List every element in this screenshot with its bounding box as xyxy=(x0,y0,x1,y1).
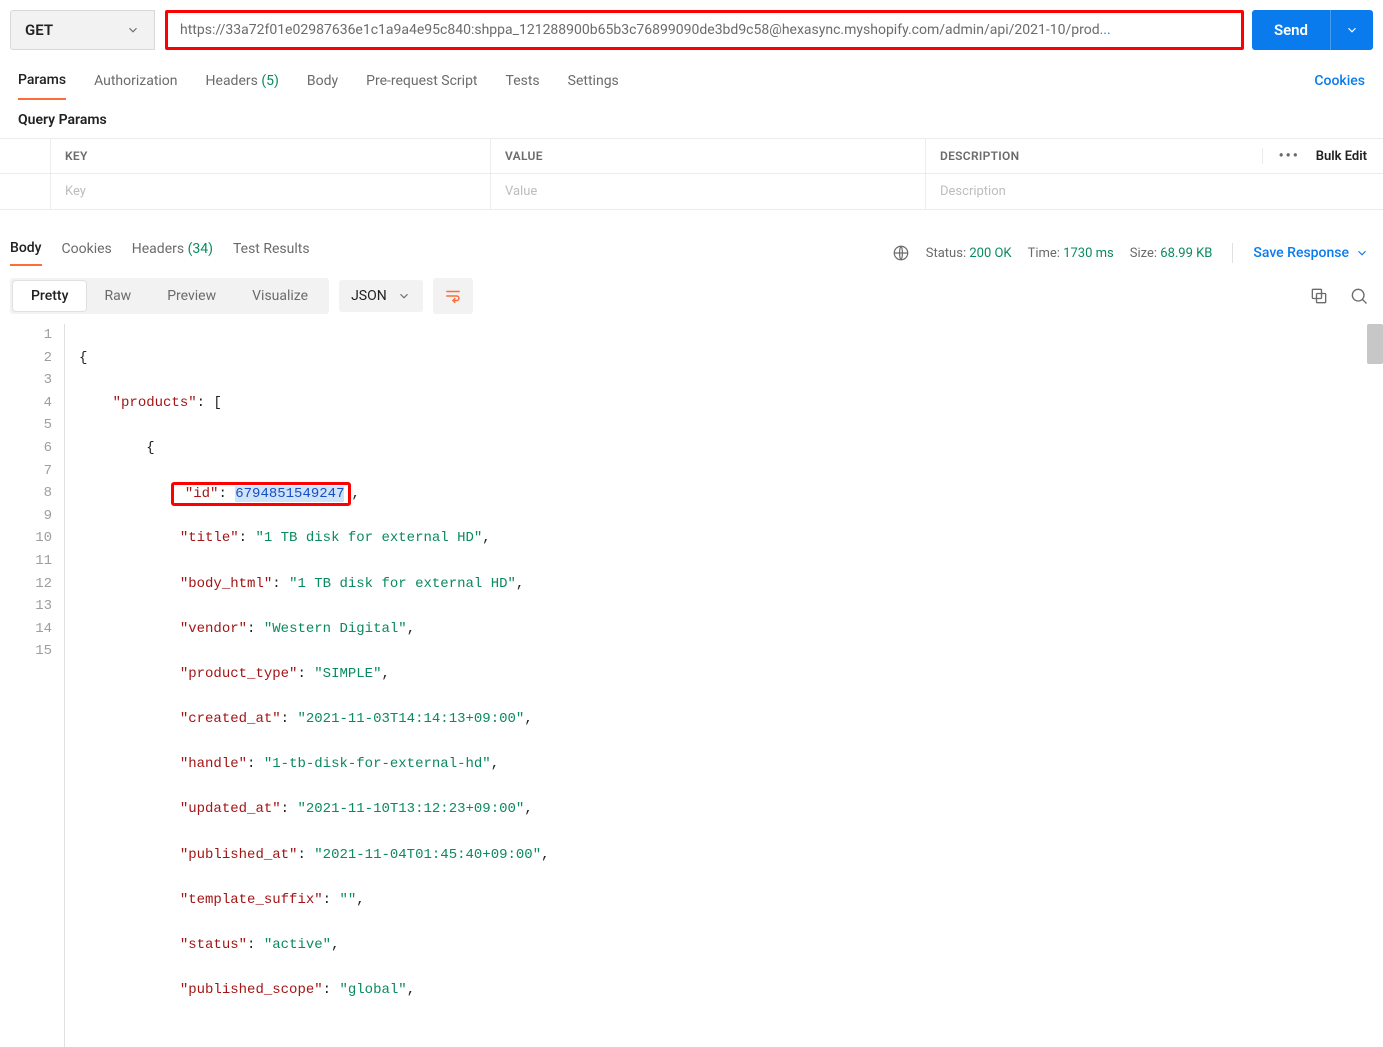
col-value: VALUE xyxy=(490,139,925,173)
query-params-title: Query Params xyxy=(0,100,1383,138)
query-params-table: KEY VALUE DESCRIPTION ••• Bulk Edit Key … xyxy=(0,138,1383,210)
send-label: Send xyxy=(1252,21,1330,39)
language-select[interactable]: JSON xyxy=(339,280,423,312)
tab-settings[interactable]: Settings xyxy=(568,73,619,99)
chevron-down-icon xyxy=(126,23,140,37)
tab-body[interactable]: Body xyxy=(307,73,338,99)
response-meta: Status: 200 OK Time: 1730 ms Size: 68.99… xyxy=(892,244,1213,262)
tab-authorization[interactable]: Authorization xyxy=(94,73,177,99)
resp-tab-test-results[interactable]: Test Results xyxy=(233,241,310,265)
copy-icon[interactable] xyxy=(1309,286,1329,306)
bulk-edit-button[interactable]: Bulk Edit xyxy=(1316,149,1367,164)
url-text: https://33a72f01e02987636e1c1a9a4e95c840… xyxy=(180,22,1100,38)
send-button[interactable]: Send xyxy=(1252,10,1373,50)
resp-tab-headers[interactable]: Headers (34) xyxy=(132,241,213,265)
cookies-link[interactable]: Cookies xyxy=(1314,73,1365,99)
search-icon[interactable] xyxy=(1349,286,1369,306)
view-preview[interactable]: Preview xyxy=(149,281,234,311)
key-input[interactable]: Key xyxy=(50,174,490,209)
scrollbar[interactable] xyxy=(1367,324,1383,364)
save-response-button[interactable]: Save Response xyxy=(1253,245,1369,261)
tab-params[interactable]: Params xyxy=(18,72,66,100)
description-input[interactable]: Description xyxy=(925,174,1383,209)
url-ellipsis: ... xyxy=(1100,22,1111,38)
method-select[interactable]: GET xyxy=(10,10,155,50)
col-description: DESCRIPTION xyxy=(925,139,1262,173)
tab-tests[interactable]: Tests xyxy=(506,73,540,99)
code-content: { "products": [ { "id": 6794851549247, "… xyxy=(64,324,1383,1047)
globe-icon[interactable] xyxy=(892,244,910,262)
tab-headers[interactable]: Headers (5) xyxy=(206,73,279,99)
chevron-down-icon[interactable] xyxy=(1331,23,1373,37)
tab-prerequest[interactable]: Pre-request Script xyxy=(366,73,477,99)
line-gutter: 123456789101112131415 xyxy=(0,324,64,1047)
col-key: KEY xyxy=(50,139,490,173)
method-label: GET xyxy=(25,21,53,39)
view-mode-segment: Pretty Raw Preview Visualize xyxy=(10,278,329,314)
url-input[interactable]: https://33a72f01e02987636e1c1a9a4e95c840… xyxy=(165,10,1244,50)
resp-tab-cookies[interactable]: Cookies xyxy=(62,241,112,265)
view-pretty[interactable]: Pretty xyxy=(13,281,86,311)
response-body[interactable]: 123456789101112131415 { "products": [ { … xyxy=(0,324,1383,1047)
view-visualize[interactable]: Visualize xyxy=(234,281,326,311)
more-icon[interactable]: ••• xyxy=(1279,148,1300,164)
view-raw[interactable]: Raw xyxy=(86,281,149,311)
resp-tab-body[interactable]: Body xyxy=(10,240,42,266)
wrap-lines-button[interactable] xyxy=(433,278,473,314)
value-input[interactable]: Value xyxy=(490,174,925,209)
